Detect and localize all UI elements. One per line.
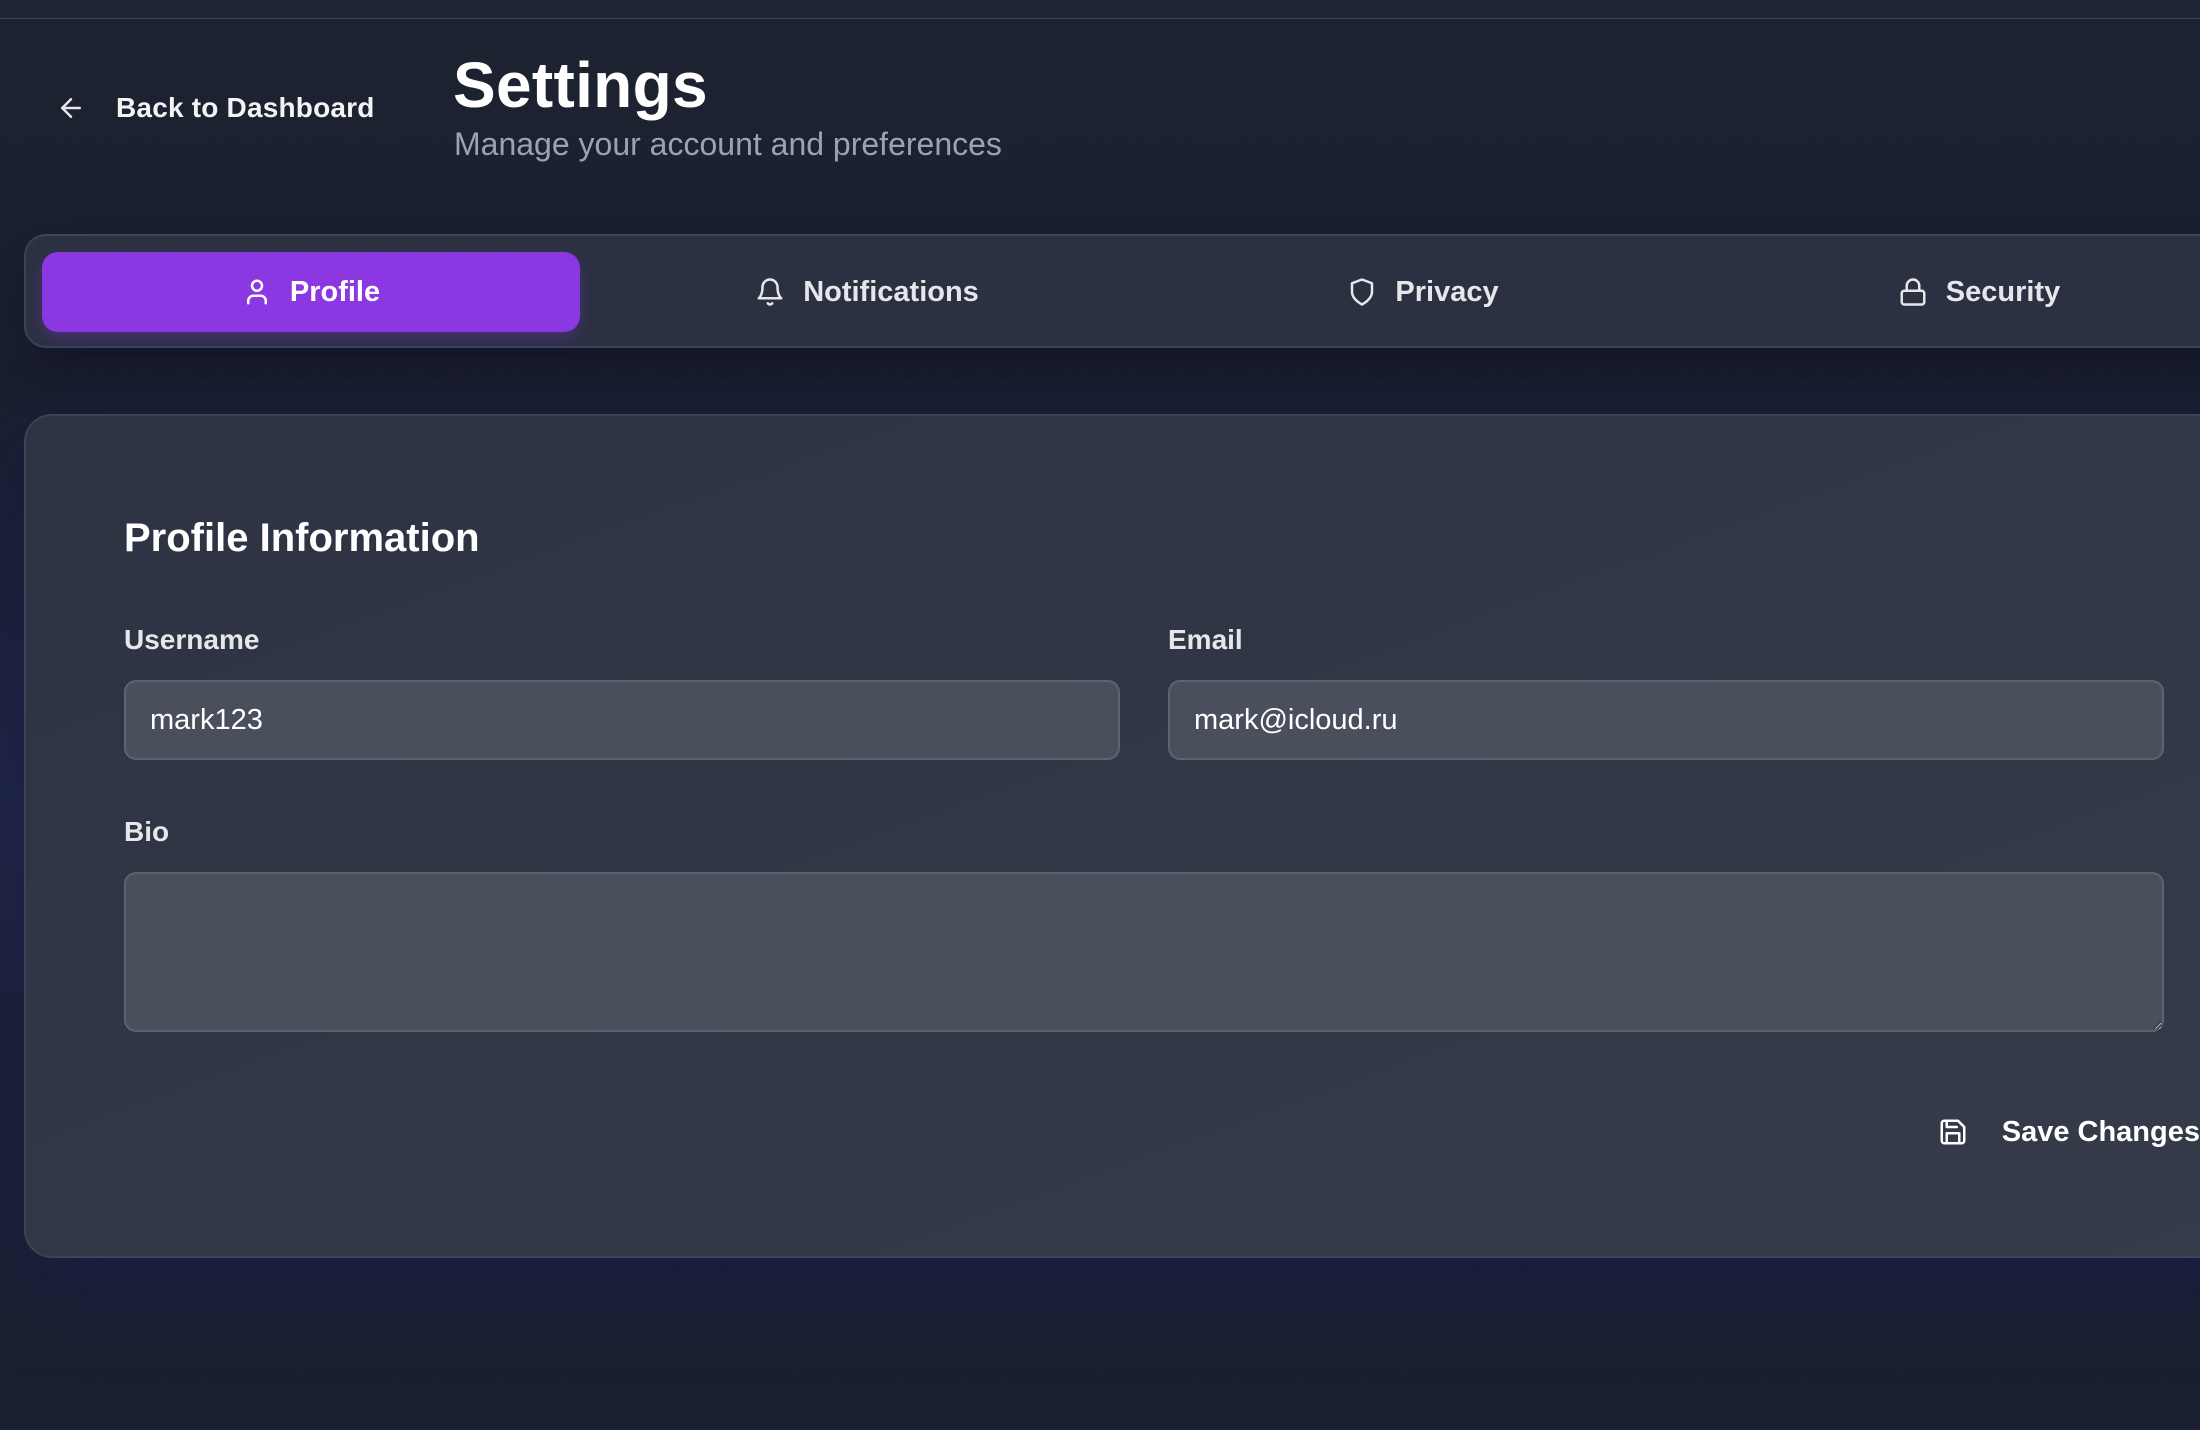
save-changes-label: Save Changes xyxy=(2001,1115,2200,1148)
profile-card: Profile Information Username Email Bio S… xyxy=(24,414,2200,1258)
email-label: Email xyxy=(1168,624,1243,655)
username-input[interactable] xyxy=(124,680,1120,760)
bio-label: Bio xyxy=(124,816,170,847)
tab-profile[interactable]: Profile xyxy=(42,252,580,332)
top-strip xyxy=(0,0,2200,19)
settings-tabs: Profile Notifications Privacy Security xyxy=(24,234,2200,348)
email-input[interactable] xyxy=(1168,680,2164,760)
save-changes-button[interactable]: Save Changes xyxy=(1914,1096,2200,1168)
tab-notifications[interactable]: Notifications xyxy=(598,252,1136,332)
save-icon xyxy=(1938,1117,1968,1147)
tab-security[interactable]: Security xyxy=(1710,252,2200,332)
username-label: Username xyxy=(124,624,260,655)
tab-security-label: Security xyxy=(1945,275,2061,308)
user-icon xyxy=(242,277,272,307)
arrow-left-icon xyxy=(56,93,86,123)
tab-privacy-label: Privacy xyxy=(1395,275,1499,308)
tab-profile-label: Profile xyxy=(289,275,381,308)
back-to-dashboard-link[interactable]: Back to Dashboard xyxy=(56,92,375,124)
page-subtitle: Manage your account and preferences xyxy=(454,126,1002,162)
bell-icon xyxy=(755,277,785,307)
shield-icon xyxy=(1347,277,1377,307)
back-to-dashboard-label: Back to Dashboard xyxy=(116,92,375,123)
tab-notifications-label: Notifications xyxy=(803,275,979,308)
bio-textarea[interactable] xyxy=(124,872,2164,1032)
tab-privacy[interactable]: Privacy xyxy=(1154,252,1692,332)
page-title: Settings xyxy=(453,49,708,121)
lock-icon xyxy=(1898,277,1928,307)
section-title: Profile Information xyxy=(124,516,480,560)
